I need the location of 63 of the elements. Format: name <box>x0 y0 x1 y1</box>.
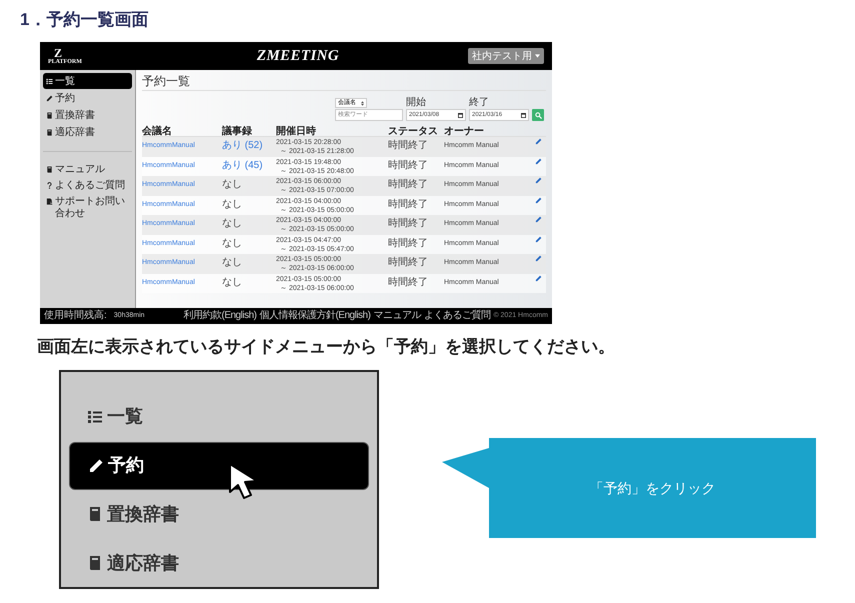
footer-link[interactable]: 個人情報保護方針(English) <box>259 310 370 322</box>
book-icon <box>87 506 103 522</box>
book-icon <box>87 555 103 572</box>
date-label: 開始 <box>406 97 427 108</box>
pencil-icon <box>88 458 104 474</box>
status-text: 時間終了 <box>388 179 428 190</box>
logo-letter: Z <box>54 47 62 59</box>
page-title: 予約一覧 <box>142 73 191 90</box>
search-icon <box>534 112 542 118</box>
minutes-text: なし <box>222 218 242 229</box>
status-text: 時間終了 <box>388 160 428 170</box>
sidebar-item[interactable]: 置換辞書 <box>43 107 132 123</box>
sidebar-item[interactable]: 予約 <box>43 90 132 106</box>
sidebar-item[interactable]: マニュアル <box>43 162 132 178</box>
updown-icon <box>361 100 364 106</box>
document-person-icon <box>46 198 53 205</box>
question-icon <box>46 182 53 189</box>
minutes-text: なし <box>222 276 242 288</box>
sidebar-item[interactable]: 置換辞書 <box>69 490 369 538</box>
sidebar-item[interactable]: 予約 <box>69 442 369 490</box>
status-text: 時間終了 <box>388 218 428 229</box>
column-header: 会議名 <box>142 126 172 136</box>
calendar-icon <box>458 112 463 118</box>
column-header: オーナー <box>444 126 484 136</box>
status-text: 時間終了 <box>388 140 428 151</box>
list-icon <box>87 408 103 425</box>
status-text: 時間終了 <box>388 238 428 248</box>
footer-link[interactable]: よくあるご質問 <box>424 310 490 322</box>
edit-icon[interactable] <box>535 138 542 145</box>
footer-link[interactable]: マニュアル <box>373 310 421 322</box>
minutes-text: なし <box>222 238 242 248</box>
book-icon <box>46 112 53 118</box>
search-button[interactable] <box>532 109 544 121</box>
status-text: 時間終了 <box>388 276 428 288</box>
section-heading: 1．予約一覧画面 <box>20 9 148 31</box>
sidebar-item[interactable]: サポートお問い合わせ <box>43 194 132 222</box>
footer-link[interactable]: 利用約款(English) <box>184 310 256 322</box>
status-text: 時間終了 <box>388 198 428 210</box>
column-header: 議事録 <box>222 126 252 136</box>
status-text: 時間終了 <box>388 257 428 268</box>
calendar-icon <box>521 112 526 118</box>
instruction-text: 画面左に表示されているサイドメニューから「予約」を選択してください。 <box>37 336 615 358</box>
book-icon <box>46 166 53 173</box>
remaining-time-label: 使用時間残高: <box>44 310 107 322</box>
date-label: 終了 <box>469 97 490 108</box>
minutes-link[interactable]: あり (52) <box>222 140 263 151</box>
book-icon <box>46 128 53 136</box>
app-title: ZMEETING <box>256 46 340 66</box>
sidebar-item[interactable]: 適応辞書 <box>69 539 369 588</box>
minutes-text: なし <box>222 179 242 190</box>
sidebar-item[interactable]: よくあるご質問 <box>43 178 132 194</box>
callout-text: 「予約」をクリック <box>590 478 716 498</box>
column-header: 開催日時 <box>276 126 316 136</box>
minutes-link[interactable]: あり (45) <box>222 160 263 170</box>
column-header: ステータス <box>388 126 438 136</box>
sidebar-item[interactable]: 一覧 <box>43 73 132 89</box>
caret-icon <box>535 54 540 58</box>
minutes-text: なし <box>222 198 242 210</box>
sidebar-item[interactable]: 適応辞書 <box>43 124 132 140</box>
pencil-icon <box>46 94 53 102</box>
minutes-text: なし <box>222 257 242 268</box>
list-icon <box>46 78 53 84</box>
sidebar-item[interactable]: 一覧 <box>69 393 369 441</box>
